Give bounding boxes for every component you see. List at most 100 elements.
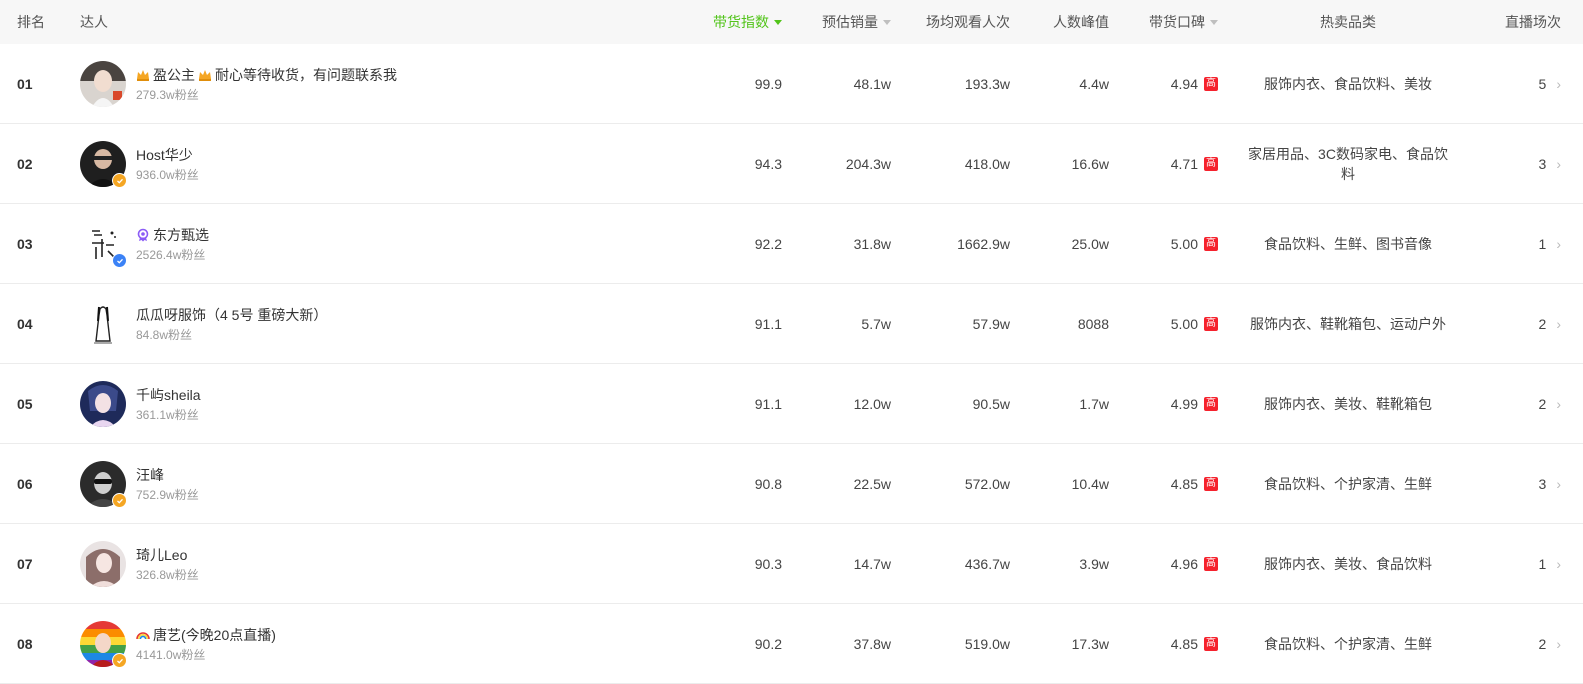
- est-sales-cell: 48.1w: [853, 76, 891, 92]
- talent-cell[interactable]: 盈公主 耐心等待收货，有问题联系我 279.3w粉丝: [80, 44, 700, 124]
- reputation-cell: 4.71 高: [1120, 124, 1218, 204]
- table-row[interactable]: 01 盈公主 耐心等待收货，有问题联系我 279.3w粉丝 99.9 48.1w…: [0, 44, 1583, 124]
- avatar[interactable]: [80, 141, 127, 188]
- peak-cell: 1.7w: [1079, 396, 1109, 412]
- sales-index-cell: 92.2: [754, 236, 782, 252]
- chevron-right-icon[interactable]: ›: [1556, 556, 1561, 572]
- talent-cell[interactable]: 瓜瓜呀服饰（4 5号 重磅大新） 84.8w粉丝: [80, 284, 700, 364]
- chevron-right-icon[interactable]: ›: [1556, 236, 1561, 252]
- avg-views-cell: 519.0w: [964, 636, 1010, 652]
- avatar[interactable]: [80, 61, 126, 107]
- table-row[interactable]: 08 唐艺(今晚20点直播) 4141.0w粉丝 90.2 37.8w 519.…: [0, 604, 1583, 684]
- sort-caret-down-icon: [1210, 19, 1218, 25]
- peak-cell: 16.6w: [1071, 156, 1109, 172]
- fans-count: 326.8w粉丝: [136, 567, 199, 582]
- verified-badge-icon: [112, 653, 127, 668]
- talent-name[interactable]: 千屿sheila: [136, 385, 201, 405]
- live-count-value: 2: [1538, 396, 1547, 412]
- rank-cell: 07: [17, 556, 33, 572]
- reputation-cell: 4.96 高: [1120, 524, 1218, 604]
- rank-cell: 02: [17, 156, 33, 172]
- avatar[interactable]: [80, 301, 126, 347]
- live-count-value: 3: [1538, 156, 1547, 172]
- live-count-cell[interactable]: 2 ›: [1470, 364, 1561, 444]
- fans-count: 2526.4w粉丝: [136, 247, 206, 262]
- avatar[interactable]: [80, 461, 127, 508]
- talent-name[interactable]: 盈公主: [153, 65, 195, 85]
- hot-category-cell: 服饰内衣、食品饮料、美妆: [1264, 76, 1432, 92]
- live-count-value: 5: [1538, 76, 1547, 92]
- live-count-cell[interactable]: 1 ›: [1470, 524, 1561, 604]
- reputation-score: 4.71: [1170, 156, 1198, 172]
- sales-index-cell: 91.1: [754, 316, 782, 332]
- live-count-cell[interactable]: 3 ›: [1470, 124, 1561, 204]
- header-sales-index-label: 带货指数: [713, 14, 769, 30]
- peak-cell: 3.9w: [1079, 556, 1109, 572]
- talent-name[interactable]: 琦儿Leo: [136, 545, 187, 565]
- live-count-cell[interactable]: 5 ›: [1470, 44, 1561, 124]
- est-sales-cell: 5.7w: [861, 316, 891, 332]
- talent-name[interactable]: Host华少: [136, 145, 193, 165]
- avatar[interactable]: [80, 621, 127, 668]
- reputation-cell: 5.00 高: [1120, 284, 1218, 364]
- est-sales-cell: 37.8w: [853, 636, 891, 652]
- table-row[interactable]: 06 汪峰 752.9w粉丝 90.8 22.5w 572.0w 10.4w 4…: [0, 444, 1583, 524]
- medal-icon: [137, 228, 149, 241]
- header-reputation[interactable]: 带货口碑: [1120, 0, 1218, 44]
- avatar[interactable]: [80, 541, 126, 587]
- avg-views-cell: 418.0w: [964, 156, 1010, 172]
- rank-cell: 03: [17, 236, 33, 252]
- avatar[interactable]: [80, 221, 127, 268]
- hot-category-cell: 服饰内衣、鞋靴箱包、运动户外: [1250, 316, 1446, 332]
- live-count-cell[interactable]: 1 ›: [1470, 204, 1561, 284]
- est-sales-cell: 14.7w: [853, 556, 891, 572]
- live-count-cell[interactable]: 2 ›: [1470, 604, 1561, 684]
- table-row[interactable]: 04 瓜瓜呀服饰（4 5号 重磅大新） 84.8w粉丝 91.1 5.7w 57…: [0, 284, 1583, 364]
- table-row[interactable]: 02 Host华少 936.0w粉丝 94.3 204.3w 418.0w 16…: [0, 124, 1583, 204]
- verified-badge-icon: [112, 253, 127, 268]
- sort-caret-down-icon: [774, 19, 782, 25]
- chevron-right-icon[interactable]: ›: [1556, 636, 1561, 652]
- reputation-score: 4.94: [1170, 76, 1198, 92]
- talent-cell[interactable]: 琦儿Leo 326.8w粉丝: [80, 524, 700, 604]
- talent-name[interactable]: 唐艺(今晚20点直播): [153, 625, 276, 645]
- live-count-cell[interactable]: 3 ›: [1470, 444, 1561, 524]
- rank-cell: 06: [17, 476, 33, 492]
- reputation-badge: 高: [1204, 477, 1218, 491]
- chevron-right-icon[interactable]: ›: [1556, 76, 1561, 92]
- chevron-right-icon[interactable]: ›: [1556, 156, 1561, 172]
- chevron-right-icon[interactable]: ›: [1556, 396, 1561, 412]
- rank-cell: 01: [17, 76, 33, 92]
- talent-cell[interactable]: 汪峰 752.9w粉丝: [80, 444, 700, 524]
- hot-category-cell: 服饰内衣、美妆、食品饮料: [1264, 556, 1432, 572]
- live-count-cell[interactable]: 2 ›: [1470, 284, 1561, 364]
- talent-name[interactable]: 东方甄选: [153, 225, 209, 245]
- header-est-sales[interactable]: 预估销量: [800, 0, 891, 44]
- table-row[interactable]: 03 东方甄选 2526.4w粉丝 92.2 31.8w 1662.9w 25.…: [0, 204, 1583, 284]
- header-sales-index[interactable]: 带货指数: [700, 0, 782, 44]
- talent-cell[interactable]: 东方甄选 2526.4w粉丝: [80, 204, 700, 284]
- sales-index-cell: 99.9: [754, 76, 782, 92]
- live-count-value: 1: [1538, 236, 1547, 252]
- chevron-right-icon[interactable]: ›: [1556, 316, 1561, 332]
- peak-cell: 17.3w: [1071, 636, 1109, 652]
- reputation-score: 4.96: [1170, 556, 1198, 572]
- talent-name[interactable]: 汪峰: [136, 465, 164, 485]
- talent-cell[interactable]: 千屿sheila 361.1w粉丝: [80, 364, 700, 444]
- reputation-score: 5.00: [1170, 316, 1198, 332]
- header-live-count: 直播场次: [1505, 14, 1561, 30]
- reputation-cell: 4.85 高: [1120, 604, 1218, 684]
- sales-index-cell: 90.2: [754, 636, 782, 652]
- reputation-badge: 高: [1204, 77, 1218, 91]
- chevron-right-icon[interactable]: ›: [1556, 476, 1561, 492]
- talent-cell[interactable]: Host华少 936.0w粉丝: [80, 124, 700, 204]
- talent-cell[interactable]: 唐艺(今晚20点直播) 4141.0w粉丝: [80, 604, 700, 684]
- rank-cell: 04: [17, 316, 33, 332]
- table-row[interactable]: 05 千屿sheila 361.1w粉丝 91.1 12.0w 90.5w 1.…: [0, 364, 1583, 444]
- sales-index-cell: 91.1: [754, 396, 782, 412]
- peak-cell: 10.4w: [1071, 476, 1109, 492]
- talent-name[interactable]: 瓜瓜呀服饰（4 5号 重磅大新）: [136, 305, 327, 325]
- table-header: 排名 达人 带货指数 预估销量 场均观看人次 人数峰值 带货口碑 热卖品类 直播…: [0, 0, 1583, 44]
- table-row[interactable]: 07 琦儿Leo 326.8w粉丝 90.3 14.7w 436.7w 3.9w…: [0, 524, 1583, 604]
- avatar[interactable]: [80, 381, 126, 427]
